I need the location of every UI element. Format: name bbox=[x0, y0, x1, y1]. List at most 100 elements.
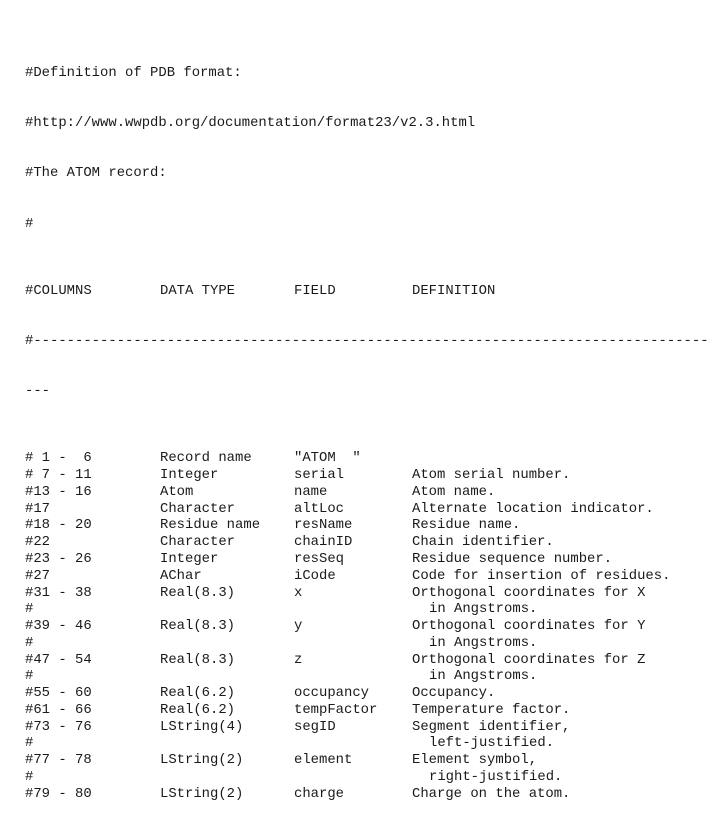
cell-data-type: Character bbox=[160, 500, 236, 517]
cell-data-type: Real(6.2) bbox=[160, 685, 236, 702]
table-row: #23 - 26 Integer resSeq Residue sequence nu… bbox=[25, 551, 709, 568]
cell-columns: # 7 - 11 bbox=[25, 467, 92, 484]
table-row: #79 - 80 LString(2) charge Charge on the at… bbox=[25, 786, 709, 803]
cell-columns: #13 - 16 bbox=[25, 483, 92, 500]
table-row: #73 - 76 LString(4) segID Segment identifie… bbox=[25, 719, 709, 736]
doc-title-line: #Definition of PDB format: bbox=[25, 64, 242, 81]
table-row: # right-justified. bbox=[25, 769, 709, 786]
cell-field: resName bbox=[294, 517, 353, 534]
cell-definition: Code for insertion of residues. bbox=[412, 567, 671, 584]
cell-definition-continuation: right-justified. bbox=[429, 768, 563, 785]
cell-definition: Residue sequence number. bbox=[412, 551, 613, 568]
table-row: #18 - 20 Residue name resName Residue name. bbox=[25, 517, 709, 534]
cell-data-type: Real(8.3) bbox=[160, 584, 236, 601]
cell-data-type: Residue name bbox=[160, 517, 261, 534]
cell-definition-continuation: in Angstroms. bbox=[429, 601, 538, 618]
cell-definition-continuation: left-justified. bbox=[429, 735, 555, 752]
table-row: # in Angstroms. bbox=[25, 635, 709, 652]
cell-field: "ATOM " bbox=[294, 450, 361, 467]
cell-columns: #79 - 80 bbox=[25, 785, 92, 802]
table-row: # in Angstroms. bbox=[25, 668, 709, 685]
cell-columns: # bbox=[25, 668, 34, 685]
cell-data-type: LString(4) bbox=[160, 718, 244, 735]
cell-columns: #23 - 26 bbox=[25, 551, 92, 568]
cell-columns: #39 - 46 bbox=[25, 618, 92, 635]
cell-columns: #27 bbox=[25, 567, 51, 584]
cell-data-type: Real(8.3) bbox=[160, 651, 236, 668]
cell-data-type: Real(6.2) bbox=[160, 701, 236, 718]
header-data-type: DATA TYPE bbox=[160, 282, 236, 299]
table-row: #22 Character chainID Chain identifier. bbox=[25, 534, 709, 551]
cell-definition: Element symbol, bbox=[412, 752, 538, 769]
cell-data-type: Integer bbox=[160, 551, 219, 568]
cell-definition: Atom serial number. bbox=[412, 467, 571, 484]
doc-url-line: #http://www.wwpdb.org/documentation/form… bbox=[25, 114, 476, 131]
cell-definition: Alternate location indicator. bbox=[412, 500, 654, 517]
cell-data-type: Record name bbox=[160, 450, 252, 467]
cell-columns: #31 - 38 bbox=[25, 584, 92, 601]
cell-definition: Occupancy. bbox=[412, 685, 496, 702]
table-row: #27 AChar iCode Code for insertion of resid… bbox=[25, 568, 709, 585]
cell-columns: # 1 - 6 bbox=[25, 450, 92, 467]
header-rule-wrap: --- bbox=[25, 383, 51, 400]
cell-field: serial bbox=[294, 467, 345, 484]
cell-data-type: Character bbox=[160, 534, 236, 551]
cell-field: x bbox=[294, 584, 303, 601]
doc-comment-line: # bbox=[25, 215, 34, 232]
table-row: # 1 - 6 Record name "ATOM " bbox=[25, 450, 709, 467]
table-row: # in Angstroms. bbox=[25, 601, 709, 618]
table-row: #39 - 46 Real(8.3) y Orthogonal coordinates… bbox=[25, 618, 709, 635]
cell-columns: #61 - 66 bbox=[25, 701, 92, 718]
cell-columns: # bbox=[25, 768, 34, 785]
cell-field: z bbox=[294, 651, 303, 668]
cell-definition: Charge on the atom. bbox=[412, 785, 571, 802]
cell-data-type: LString(2) bbox=[160, 785, 244, 802]
cell-field: charge bbox=[294, 785, 345, 802]
table-row: #61 - 66 Real(6.2) tempFactor Temperature f… bbox=[25, 702, 709, 719]
cell-columns: #73 - 76 bbox=[25, 718, 92, 735]
table-row: #13 - 16 Atom name Atom name. bbox=[25, 484, 709, 501]
cell-data-type: AChar bbox=[160, 567, 202, 584]
cell-definition: Chain identifier. bbox=[412, 534, 554, 551]
cell-definition: Residue name. bbox=[412, 517, 521, 534]
cell-definition: Segment identifier, bbox=[412, 718, 571, 735]
cell-field: name bbox=[294, 483, 328, 500]
table-row: # left-justified. bbox=[25, 735, 709, 752]
cell-data-type: Real(8.3) bbox=[160, 618, 236, 635]
table-row: #17 Character altLoc Alternate location ind… bbox=[25, 501, 709, 518]
doc-subtitle-line: #The ATOM record: bbox=[25, 165, 167, 182]
table-row: #55 - 60 Real(6.2) occupancy Occupancy. bbox=[25, 685, 709, 702]
cell-field: y bbox=[294, 618, 303, 635]
cell-definition-continuation: in Angstroms. bbox=[429, 634, 538, 651]
cell-field: element bbox=[294, 752, 353, 769]
cell-data-type: Integer bbox=[160, 467, 219, 484]
cell-columns: #47 - 54 bbox=[25, 651, 92, 668]
cell-definition: Orthogonal coordinates for Y bbox=[412, 618, 646, 635]
table-row: #31 - 38 Real(8.3) x Orthogonal coordinates… bbox=[25, 585, 709, 602]
cell-definition: Orthogonal coordinates for X bbox=[412, 584, 646, 601]
table-body: # 1 - 6 Record name "ATOM " # 7 - 11 Integer… bbox=[25, 450, 709, 802]
cell-columns: # bbox=[25, 735, 34, 752]
cell-columns: # bbox=[25, 601, 34, 618]
cell-field: altLoc bbox=[294, 500, 345, 517]
table-row: #47 - 54 Real(8.3) z Orthogonal coordinates… bbox=[25, 652, 709, 669]
cell-field: segID bbox=[294, 718, 336, 735]
cell-field: iCode bbox=[294, 567, 336, 584]
cell-columns: #22 bbox=[25, 534, 51, 551]
cell-columns: #17 bbox=[25, 500, 51, 517]
cell-definition: Temperature factor. bbox=[412, 701, 571, 718]
cell-field: tempFactor bbox=[294, 701, 378, 718]
cell-columns: #77 - 78 bbox=[25, 752, 92, 769]
pdb-format-document: #Definition of PDB format: #http://www.w… bbox=[25, 31, 709, 819]
cell-data-type: LString(2) bbox=[160, 752, 244, 769]
cell-field: resSeq bbox=[294, 551, 345, 568]
cell-data-type: Atom bbox=[160, 483, 194, 500]
cell-definition: Atom name. bbox=[412, 483, 496, 500]
cell-columns: #18 - 20 bbox=[25, 517, 92, 534]
cell-definition: Orthogonal coordinates for Z bbox=[412, 651, 646, 668]
header-columns: #COLUMNS bbox=[25, 282, 92, 299]
header-field: FIELD bbox=[294, 282, 336, 299]
table-row: #77 - 78 LString(2) element Element symbol, bbox=[25, 752, 709, 769]
cell-columns: # bbox=[25, 634, 34, 651]
table-header-row: #COLUMNS DATA TYPE FIELD DEFINITION bbox=[25, 283, 709, 300]
